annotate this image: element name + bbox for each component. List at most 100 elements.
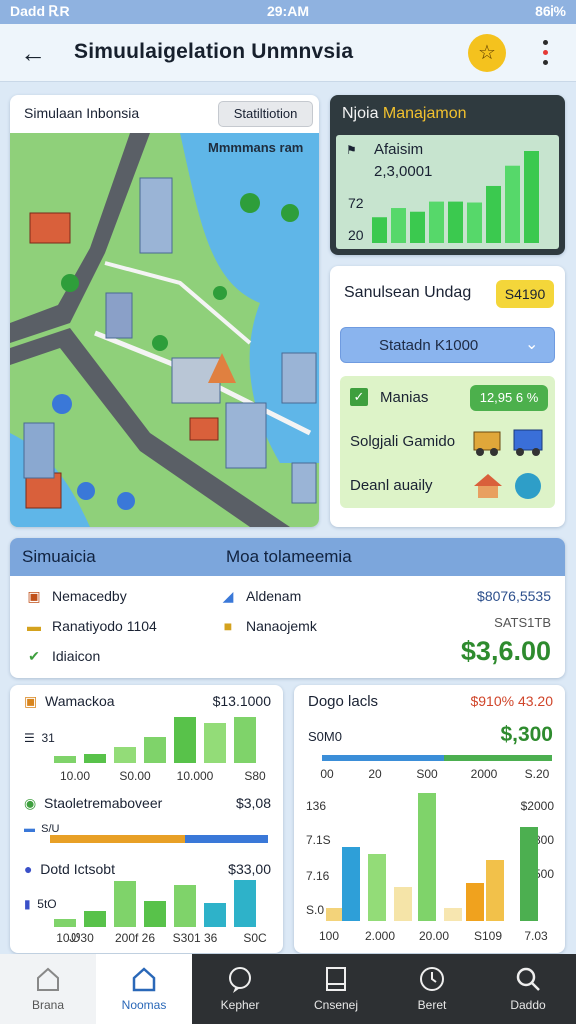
y-tick-label: 7.1S bbox=[306, 833, 331, 847]
tick-label: 200f 26 bbox=[114, 931, 156, 945]
tab-noomas[interactable]: Noomas bbox=[96, 954, 192, 1024]
stats-bar bbox=[410, 211, 425, 243]
stats-bar bbox=[524, 151, 539, 243]
city-map[interactable] bbox=[10, 133, 319, 527]
chart-bar bbox=[234, 716, 256, 763]
stats-bar bbox=[505, 165, 520, 243]
stats-axis-value-1: 72 bbox=[348, 195, 364, 211]
summary-header: Simuaicia Moa tolameemia bbox=[10, 538, 565, 576]
circle-icon: ◉ bbox=[24, 795, 37, 811]
tick-label: 2.000 bbox=[364, 929, 396, 943]
tick-label: 2000 bbox=[470, 767, 498, 781]
stats-bar bbox=[448, 201, 463, 243]
chart-bar bbox=[84, 910, 106, 927]
timeline-bar-segment bbox=[444, 755, 552, 761]
chart-axis-label: ▬ S/U bbox=[24, 823, 60, 835]
tab-brana[interactable]: Brana bbox=[0, 954, 96, 1024]
y-tick-label: 136 bbox=[306, 799, 327, 813]
map-card-title: Simulaan Inbonsia bbox=[24, 105, 140, 121]
chart-section-value: $3,08 bbox=[235, 795, 271, 811]
chart-bar bbox=[174, 884, 196, 927]
dropdown-selected-value: Statadn K1000 bbox=[379, 337, 479, 354]
summary-total: $3,6.00 bbox=[460, 636, 551, 666]
star-badge-icon[interactable]: ☆ bbox=[468, 34, 506, 72]
truck-icon bbox=[473, 429, 543, 456]
more-menu-icon[interactable] bbox=[530, 36, 560, 70]
chart-bar bbox=[520, 826, 538, 921]
stats-bar bbox=[467, 202, 482, 243]
tick-label: 10Ꮺ30 bbox=[56, 931, 94, 945]
car-icon: ● bbox=[24, 861, 33, 877]
stats-bar bbox=[486, 185, 501, 243]
tick-label: 20.00 bbox=[418, 929, 450, 943]
y-tick-label: $2000 bbox=[520, 799, 554, 813]
check-icon: ✔ bbox=[28, 648, 40, 664]
stats-axis-value-2: 20 bbox=[348, 227, 364, 243]
clock-icon bbox=[420, 967, 444, 991]
chart-total-value: $,300 bbox=[500, 723, 553, 746]
summary-sub-amount: SATS1TB bbox=[494, 615, 551, 630]
chart-section-title: ◉ Staoletremaboveer bbox=[24, 795, 163, 811]
tick-label: S0C bbox=[243, 931, 267, 945]
back-arrow-icon[interactable]: ← bbox=[16, 36, 50, 70]
home-icon bbox=[132, 967, 156, 992]
summary-item: ◢ Aldenam bbox=[220, 588, 302, 605]
simulation-summary-card: Simuaicia Moa tolameemia ▣ Nemacedby ▬ Ran… bbox=[10, 538, 565, 678]
management-stats-card: Njoia Manajamon ⚑ Afaisim 2,3,0001 72 20 bbox=[330, 95, 565, 255]
chart-bar bbox=[394, 887, 412, 921]
y-tick-label: 7.16 bbox=[306, 869, 330, 883]
tab-beret[interactable]: Beret bbox=[384, 954, 480, 1024]
bottom-tab-bar: Brana Noomas Kepher Cnsenej Beret Daddo bbox=[0, 954, 576, 1024]
list-item-label: Solgjali Gamido bbox=[350, 433, 456, 450]
home-icon bbox=[37, 967, 59, 991]
chat-icon bbox=[229, 967, 251, 993]
summary-item: ✔ Idiaicon bbox=[26, 648, 100, 665]
stats-bar-chart bbox=[372, 151, 539, 243]
tab-kepher[interactable]: Kepher bbox=[192, 954, 288, 1024]
search-icon bbox=[516, 967, 540, 991]
tab-daddo[interactable]: Daddo bbox=[480, 954, 576, 1024]
chart-title: Dogo lacls bbox=[308, 693, 379, 710]
tick-label: S301 36 bbox=[172, 931, 218, 945]
tick-label: S00 bbox=[416, 767, 438, 781]
checkbox-checked-icon[interactable]: ✓ bbox=[350, 388, 368, 406]
chart-bar bbox=[486, 860, 504, 921]
chart-bar bbox=[114, 747, 136, 763]
summary-item: ▣ Nemacedby bbox=[27, 588, 127, 604]
price-badge[interactable]: S4190 bbox=[496, 280, 554, 308]
stats-bar bbox=[391, 208, 406, 243]
chart-bar bbox=[342, 846, 360, 921]
summary-item: ■ Nanaojemk bbox=[220, 618, 317, 634]
tick-label: 10.00 bbox=[59, 769, 91, 783]
stats-chart-panel: ⚑ Afaisim 2,3,0001 72 20 bbox=[336, 135, 559, 249]
tick-label: 100 bbox=[318, 929, 340, 943]
arrow-icon: ◢ bbox=[222, 588, 234, 604]
battery-text: 86Ꭵ% bbox=[535, 3, 566, 19]
chevron-down-icon: ⌄ bbox=[525, 336, 539, 353]
camera-icon: ▣ bbox=[27, 588, 41, 604]
list-item[interactable]: Deanl auaily bbox=[340, 464, 555, 508]
list-item[interactable]: ✓ Manias 12,95 6 % bbox=[340, 376, 555, 420]
map-card: Simulaan Inbonsia Statiltiotion Mmmmans … bbox=[10, 95, 319, 527]
statistics-button[interactable]: Statiltiotion bbox=[218, 101, 313, 127]
chart-badge: $910% 43.20 bbox=[470, 693, 553, 709]
briefcase-icon: ▣ bbox=[24, 693, 38, 709]
summary-amount: $8076,5535 bbox=[477, 588, 551, 604]
tab-cnsenej[interactable]: Cnsenej bbox=[288, 954, 384, 1024]
list-card-title: Sanulsean Undag bbox=[344, 284, 472, 301]
tick-label: 00 bbox=[320, 767, 334, 781]
tick-label: S109 bbox=[473, 929, 503, 943]
map-region-label: Mmmmans ram bbox=[208, 140, 304, 155]
chart-bar bbox=[204, 722, 226, 763]
chart-section-title: ▣ Wamackoa bbox=[24, 693, 115, 709]
chart-bar bbox=[84, 754, 106, 763]
progress-fill bbox=[50, 835, 186, 843]
bars-icon: ☰ bbox=[24, 731, 35, 745]
clock-text: 29:AM bbox=[266, 3, 309, 19]
tick-label: S0.00 bbox=[119, 769, 151, 783]
list-item[interactable]: Solgjali Gamido bbox=[340, 420, 555, 464]
station-dropdown[interactable]: Statadn K1000 ⌄ bbox=[340, 327, 555, 363]
chart-bar bbox=[204, 903, 226, 927]
tick-label: 10.000 bbox=[176, 769, 214, 783]
list-item-label: Deanl auaily bbox=[350, 477, 433, 494]
